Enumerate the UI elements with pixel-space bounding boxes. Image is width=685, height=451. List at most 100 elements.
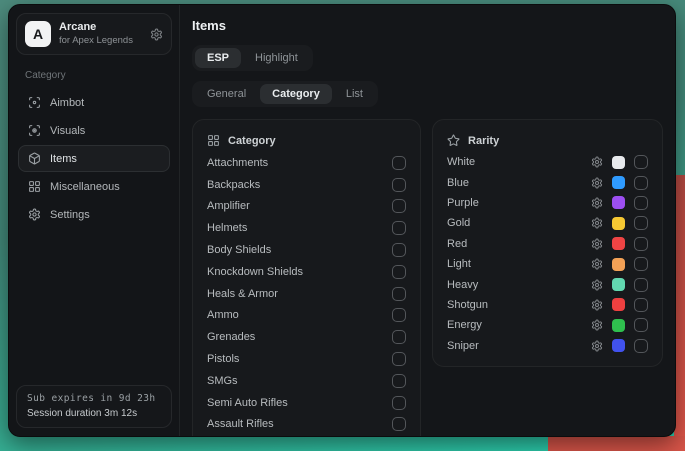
rarity-label: Sniper (447, 340, 479, 352)
sidebar-item[interactable]: Miscellaneous (18, 173, 170, 200)
rarity-checkbox[interactable] (634, 176, 648, 190)
category-label: Helmets (207, 222, 247, 234)
star-icon (447, 134, 460, 147)
brand-name: Arcane (59, 21, 133, 35)
gear-icon[interactable] (591, 258, 603, 270)
sidebar-item[interactable]: Aimbot (18, 89, 170, 116)
category-label: Amplifier (207, 200, 250, 212)
category-panel-header: Category (207, 125, 406, 152)
category-panel-title: Category (228, 135, 276, 147)
category-checkbox[interactable] (392, 396, 406, 410)
gear-icon[interactable] (591, 197, 603, 209)
gear-icon[interactable] (591, 238, 603, 250)
rarity-checkbox[interactable] (634, 278, 648, 292)
category-row: Pistols (207, 348, 406, 370)
view-tab-group: General Category List (192, 81, 378, 107)
rarity-row: White (447, 152, 648, 172)
category-label: Pistols (207, 353, 239, 365)
category-checkbox[interactable] (392, 417, 406, 431)
rarity-checkbox[interactable] (634, 155, 648, 169)
sidebar-item[interactable]: Settings (18, 201, 170, 228)
panels-row: Category Attachments Backpacks (192, 119, 663, 436)
category-row: Amplifier (207, 196, 406, 218)
rarity-checkbox[interactable] (634, 196, 648, 210)
rarity-panel-title: Rarity (468, 135, 499, 147)
rarity-row: Shotgun (447, 295, 648, 315)
page-title: Items (192, 18, 663, 33)
view-tab[interactable]: General (195, 84, 258, 104)
rarity-checkbox[interactable] (634, 257, 648, 271)
rarity-checkbox[interactable] (634, 237, 648, 251)
main-content: Items ESP Highlight General Category Lis… (180, 5, 675, 436)
rarity-label: Red (447, 238, 467, 250)
rarity-label: Gold (447, 217, 470, 229)
category-checkbox[interactable] (392, 156, 406, 170)
rarity-color-swatch[interactable] (612, 156, 625, 169)
rarity-color-swatch[interactable] (612, 217, 625, 230)
category-row: Heals & Armor (207, 283, 406, 305)
rarity-checkbox[interactable] (634, 298, 648, 312)
category-checkbox[interactable] (392, 178, 406, 192)
rarity-label: Heavy (447, 279, 478, 291)
desktop-background-red-strip (548, 436, 685, 451)
sidebar-item[interactable]: Visuals (18, 117, 170, 144)
mode-tab[interactable]: ESP (195, 48, 241, 68)
rarity-color-swatch[interactable] (612, 339, 625, 352)
rarity-checkbox[interactable] (634, 216, 648, 230)
category-checkbox[interactable] (392, 199, 406, 213)
brand-card: A Arcane for Apex Legends (16, 13, 172, 55)
category-checkbox[interactable] (392, 287, 406, 301)
category-checkbox[interactable] (392, 374, 406, 388)
category-row: Backpacks (207, 174, 406, 196)
rarity-color-swatch[interactable] (612, 258, 625, 271)
gear-icon[interactable] (591, 217, 603, 229)
brand-subtitle: for Apex Legends (59, 35, 133, 47)
rarity-color-swatch[interactable] (612, 319, 625, 332)
gear-icon[interactable] (591, 340, 603, 352)
rarity-label: Purple (447, 197, 479, 209)
rarity-color-swatch[interactable] (612, 176, 625, 189)
sidebar: A Arcane for Apex Legends Category Aimbo… (9, 5, 180, 436)
category-row: Semi Auto Rifles (207, 392, 406, 414)
gear-icon[interactable] (591, 279, 603, 291)
rarity-color-swatch[interactable] (612, 298, 625, 311)
category-panel: Category Attachments Backpacks (192, 119, 421, 436)
category-checkbox[interactable] (392, 330, 406, 344)
sidebar-item[interactable]: Items (18, 145, 170, 172)
rarity-color-swatch[interactable] (612, 196, 625, 209)
rarity-row: Blue (447, 172, 648, 192)
rarity-checkbox[interactable] (634, 318, 648, 332)
rarity-color-swatch[interactable] (612, 278, 625, 291)
settings-gear-icon[interactable] (150, 28, 163, 41)
gear-icon[interactable] (591, 177, 603, 189)
view-tab[interactable]: List (334, 84, 375, 104)
category-checkbox[interactable] (392, 352, 406, 366)
rarity-color-swatch[interactable] (612, 237, 625, 250)
gear-icon[interactable] (591, 156, 603, 168)
eye-icon (28, 124, 41, 137)
mode-tab-group: ESP Highlight (192, 45, 313, 71)
category-label: Grenades (207, 331, 255, 343)
rarity-label: Blue (447, 177, 469, 189)
category-label: Attachments (207, 157, 268, 169)
gear-icon[interactable] (591, 299, 603, 311)
rarity-row: Energy (447, 315, 648, 335)
desktop: { "brand": { "initial": "A", "name": "Ar… (0, 0, 685, 451)
rarity-label: White (447, 156, 475, 168)
sidebar-section-label: Category (25, 70, 163, 81)
rarity-checkbox[interactable] (634, 339, 648, 353)
category-label: Backpacks (207, 179, 260, 191)
mode-tab[interactable]: Highlight (243, 48, 310, 68)
rarity-list: White Blue (447, 152, 648, 356)
category-checkbox[interactable] (392, 265, 406, 279)
category-checkbox[interactable] (392, 221, 406, 235)
category-row: Knockdown Shields (207, 261, 406, 283)
category-row: Body Shields (207, 239, 406, 261)
brand-text: Arcane for Apex Legends (59, 21, 133, 47)
category-checkbox[interactable] (392, 243, 406, 257)
view-tab[interactable]: Category (260, 84, 332, 104)
rarity-row: Gold (447, 213, 648, 233)
gear-icon[interactable] (591, 319, 603, 331)
session-duration: Session duration 3m 12s (27, 408, 161, 419)
category-checkbox[interactable] (392, 308, 406, 322)
